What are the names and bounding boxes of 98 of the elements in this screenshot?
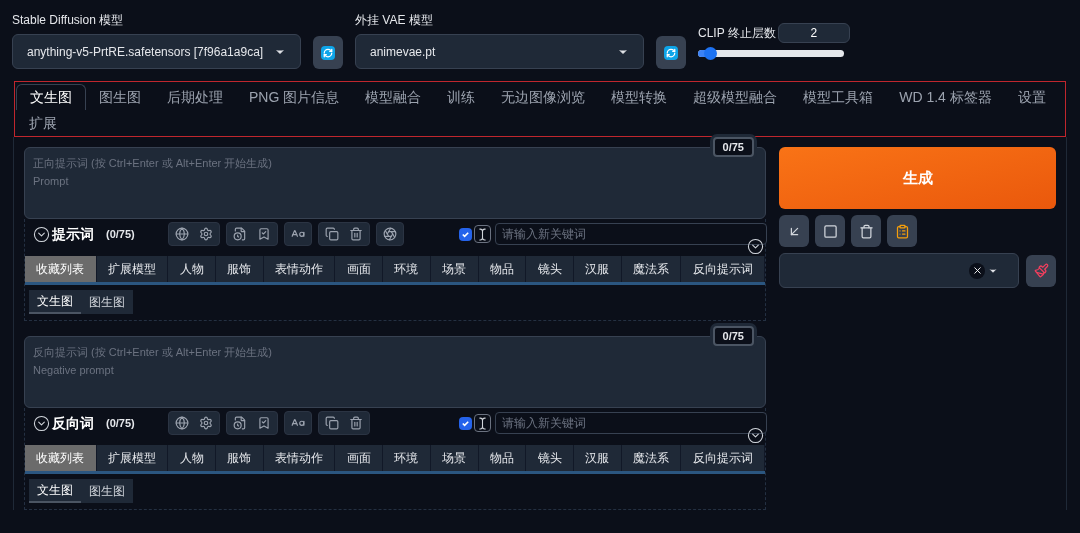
checkbox[interactable] — [459, 416, 472, 430]
tool-button[interactable] — [851, 215, 881, 247]
refresh-button[interactable] — [313, 36, 343, 69]
refresh-icon — [321, 45, 335, 60]
text-cursor-icon[interactable] — [474, 225, 491, 243]
category-tab[interactable]: 扩展模型 — [96, 445, 169, 471]
copy-icon[interactable] — [324, 227, 339, 241]
square-icon — [822, 223, 838, 239]
trash-icon[interactable] — [348, 416, 363, 430]
category-tab[interactable]: 汉服 — [573, 445, 622, 471]
tab[interactable]: PNG 图片信息 — [236, 84, 353, 110]
category-tab[interactable]: 汉服 — [573, 256, 622, 282]
clipboard-icon — [894, 223, 910, 239]
globe-icon[interactable] — [174, 227, 189, 241]
collapse-icon[interactable] — [33, 225, 50, 243]
section-title: 反向词 — [52, 413, 94, 433]
category-tab[interactable]: 镜头 — [526, 256, 574, 282]
keyword-field[interactable]: 请输入新关键词 — [495, 223, 767, 245]
token-counter: 0/75 — [712, 326, 754, 346]
tab[interactable]: 后期处理 — [154, 84, 236, 110]
check-icon — [461, 229, 470, 239]
clear-icon[interactable] — [969, 262, 985, 279]
sub-tab[interactable]: 文生图 — [29, 290, 81, 314]
bookmark-icon[interactable] — [256, 227, 271, 241]
category-tab[interactable]: 物品 — [478, 445, 527, 471]
tab[interactable]: 模型融合 — [352, 84, 435, 110]
sub-tab[interactable]: 文生图 — [29, 479, 81, 503]
token-count: (0/75) — [106, 226, 135, 242]
category-tab[interactable]: 魔法系 — [621, 445, 682, 471]
collapse-icon[interactable] — [33, 414, 50, 432]
field-label: 外挂 VAE 模型 — [355, 12, 434, 29]
tool-button[interactable] — [887, 215, 917, 247]
category-tab[interactable]: 服饰 — [216, 445, 264, 471]
globe-icon[interactable] — [174, 416, 189, 430]
copy-icon[interactable] — [324, 416, 339, 430]
model-dropdown[interactable]: animevae.pt — [355, 34, 644, 69]
tab[interactable]: WD 1.4 标签器 — [886, 84, 1005, 110]
category-tab[interactable]: 扩展模型 — [96, 256, 169, 282]
category-tab[interactable]: 场景 — [430, 256, 479, 282]
file-clock-icon[interactable] — [232, 227, 247, 241]
tab[interactable]: 图生图 — [86, 84, 154, 110]
text-cursor-icon[interactable] — [474, 414, 491, 432]
field-label: CLIP 终止层数 — [698, 25, 776, 42]
tab[interactable]: 扩展 — [16, 110, 70, 136]
tool-button[interactable] — [779, 215, 809, 247]
number-field[interactable]: 2 — [777, 23, 850, 43]
checkbox[interactable] — [459, 227, 472, 241]
category-tab[interactable]: 环境 — [383, 256, 431, 282]
tab[interactable]: 设置 — [1004, 84, 1059, 110]
category-tab[interactable]: 反向提示词 — [681, 256, 765, 282]
category-tab[interactable]: 画面 — [335, 445, 384, 471]
sub-tab[interactable]: 图生图 — [81, 290, 133, 314]
gear-icon[interactable] — [198, 227, 213, 241]
tab[interactable]: 超级模型融合 — [680, 84, 791, 110]
trash-icon[interactable] — [348, 227, 363, 241]
category-tab[interactable]: 表情动作 — [263, 445, 336, 471]
sub-tab[interactable]: 图生图 — [81, 479, 133, 503]
section-title: 提示词 — [52, 224, 94, 244]
slider-track[interactable] — [698, 50, 844, 57]
gear-icon[interactable] — [198, 416, 213, 430]
category-tab[interactable]: 表情动作 — [263, 256, 336, 282]
category-tab[interactable]: 人物 — [168, 256, 217, 282]
tab[interactable]: 文生图 — [16, 84, 86, 110]
expand-icon[interactable] — [747, 238, 764, 255]
tab[interactable]: 模型工具箱 — [790, 84, 887, 110]
token-count: (0/75) — [106, 415, 135, 431]
dropdown-value: anything-v5-PrtRE.safetensors [7f96a1a9ca] — [27, 43, 264, 61]
file-clock-icon[interactable] — [232, 416, 247, 430]
category-tab[interactable]: 魔法系 — [621, 256, 682, 282]
category-tab[interactable]: 镜头 — [526, 445, 574, 471]
trash-icon — [858, 223, 874, 239]
tool-button[interactable] — [815, 215, 845, 247]
paint-brush-button[interactable] — [1026, 254, 1056, 287]
dropdown-value: animevae.pt — [370, 43, 436, 61]
bookmark-icon[interactable] — [256, 416, 271, 430]
category-tab[interactable]: 物品 — [478, 256, 527, 282]
category-tab[interactable]: 收藏列表 — [25, 445, 97, 471]
category-tab[interactable]: 场景 — [430, 445, 479, 471]
keyword-field[interactable]: 请输入新关键词 — [495, 412, 767, 434]
category-tab[interactable]: 服饰 — [216, 256, 264, 282]
category-tab[interactable]: 人物 — [168, 445, 217, 471]
paint-brush-icon — [1033, 263, 1049, 278]
refresh-button[interactable] — [656, 36, 686, 69]
aperture-icon[interactable] — [382, 227, 397, 241]
model-dropdown[interactable]: anything-v5-PrtRE.safetensors [7f96a1a9ca] — [12, 34, 301, 69]
category-tab[interactable]: 收藏列表 — [25, 256, 97, 282]
tab[interactable]: 无边图像浏览 — [488, 84, 599, 110]
tab[interactable]: 训练 — [434, 84, 489, 110]
token-counter: 0/75 — [712, 137, 754, 157]
category-tab[interactable]: 反向提示词 — [681, 445, 765, 471]
slider-thumb[interactable] — [703, 47, 717, 60]
field-label: Stable Diffusion 模型 — [12, 12, 125, 29]
category-tab[interactable]: 画面 — [335, 256, 384, 282]
check-icon — [461, 418, 470, 428]
expand-icon[interactable] — [747, 427, 764, 444]
tab[interactable]: 模型转换 — [598, 84, 681, 110]
category-tab[interactable]: 环境 — [383, 445, 431, 471]
refresh-icon — [664, 45, 678, 60]
